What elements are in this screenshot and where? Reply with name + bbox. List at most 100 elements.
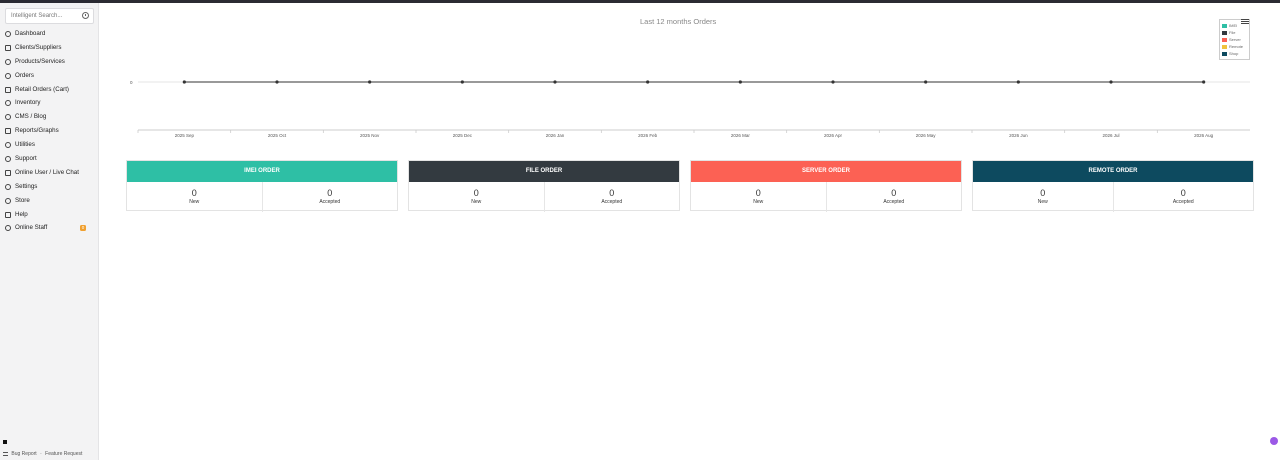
legend-item[interactable]: Remote (1222, 44, 1247, 51)
card-header: REMOTE ORDER (973, 161, 1253, 182)
main-content: 0 2025 Sep 2025 Oct 2025 Nov 2025 Dec 2026 Ja… (100, 3, 1280, 460)
data-point (553, 80, 557, 84)
x-tick-label: 2026 Mar (731, 133, 751, 138)
x-tick-label: 2025 Oct (268, 133, 287, 138)
sidebar-item-products-services[interactable]: Products/Services (0, 55, 99, 69)
orders-icon (5, 72, 11, 79)
legend-swatch (1222, 37, 1227, 42)
chat-bubble-icon[interactable] (1270, 437, 1278, 445)
data-point (738, 80, 742, 84)
accepted-count: 0 (891, 188, 897, 198)
staff-icon (5, 225, 11, 232)
utilities-icon (5, 142, 11, 149)
x-tick-label: 2026 Aug (1194, 133, 1214, 138)
help-icon (5, 211, 11, 218)
status-square-icon (3, 440, 7, 444)
x-tick-label: 2026 Feb (638, 133, 658, 138)
imei-order-card[interactable]: IMEI ORDER 0 New 0 Accepted (126, 160, 398, 212)
new-orders[interactable]: 0 New (691, 182, 826, 212)
accepted-count: 0 (1180, 188, 1186, 198)
new-count: 0 (755, 188, 761, 198)
accepted-count: 0 (609, 188, 615, 198)
support-icon (5, 156, 11, 163)
reports-icon (5, 128, 11, 135)
sidebar-item-label: Store (15, 196, 30, 204)
tools-icon (5, 58, 11, 65)
sidebar-menu: Dashboard Clients/Suppliers Products/Servi… (0, 27, 99, 235)
chart-menu-icon[interactable] (1241, 19, 1249, 26)
sidebar-item-label: Inventory (15, 99, 41, 107)
sidebar-item-help[interactable]: Help (0, 208, 99, 222)
legend-swatch (1222, 44, 1227, 49)
remote-order-card[interactable]: REMOTE ORDER 0 New 0 Accepted (972, 160, 1254, 212)
sidebar-item-clients-suppliers[interactable]: Clients/Suppliers (0, 41, 99, 55)
sidebar-item-label: Orders (15, 71, 34, 79)
accepted-label: Accepted (601, 199, 623, 205)
legend-item[interactable]: File (1222, 30, 1247, 37)
sidebar-item-inventory[interactable]: Inventory (0, 96, 99, 110)
menu-icon[interactable] (3, 451, 8, 456)
data-point (924, 80, 928, 84)
sidebar-item-support[interactable]: Support (0, 152, 99, 166)
sidebar-item-reports-graphs[interactable]: Reports/Graphs (0, 124, 99, 138)
accepted-label: Accepted (319, 199, 341, 205)
sidebar-item-settings[interactable]: Settings (0, 180, 99, 194)
data-point (275, 80, 279, 84)
legend-swatch (1222, 51, 1227, 56)
sidebar: Intelligent Search... Dashboard Clients/S… (0, 3, 99, 460)
legend-label: Server (1229, 37, 1241, 42)
chat-icon (5, 169, 11, 176)
sidebar-item-dashboard[interactable]: Dashboard (0, 27, 99, 41)
accepted-orders[interactable]: 0 Accepted (543, 182, 680, 212)
sidebar-item-store[interactable]: Store (0, 194, 99, 208)
link-separator: · (40, 451, 42, 457)
search-icon[interactable] (82, 12, 89, 19)
legend-item[interactable]: Shop (1222, 51, 1247, 58)
data-point (1016, 80, 1020, 84)
users-icon (5, 44, 11, 51)
accepted-label: Accepted (1172, 199, 1194, 205)
settings-icon (5, 183, 11, 190)
sidebar-item-label: Support (15, 155, 37, 163)
file-order-card[interactable]: FILE ORDER 0 New 0 Accepted (408, 160, 680, 212)
accepted-orders[interactable]: 0 Accepted (825, 182, 962, 212)
new-orders[interactable]: 0 New (127, 182, 262, 212)
new-label: New (189, 199, 200, 205)
legend-item[interactable]: Server (1222, 37, 1247, 44)
legend-label: Remote (1229, 44, 1244, 49)
accepted-orders[interactable]: 0 Accepted (261, 182, 398, 212)
accepted-label: Accepted (883, 199, 905, 205)
sidebar-item-label: Dashboard (15, 30, 46, 37)
x-tick-label: 2025 Dec (453, 133, 473, 138)
sidebar-item-label: Reports/Graphs (15, 127, 59, 135)
server-order-card[interactable]: SERVER ORDER 0 New 0 Accepted (690, 160, 962, 212)
sidebar-item-label: Settings (15, 182, 38, 190)
x-tick-label: 2025 Sep (175, 133, 195, 138)
cart-icon (5, 86, 11, 93)
sidebar-item-online-user-live-chat[interactable]: Online User / Live Chat (0, 166, 99, 180)
sidebar-item-label: CMS / Blog (15, 113, 47, 121)
search-input[interactable]: Intelligent Search... (5, 8, 94, 24)
x-tick-label: 2026 Jan (546, 133, 565, 138)
sidebar-item-retail-orders-cart[interactable]: Retail Orders (Cart) (0, 83, 99, 97)
x-tick-label: 2026 Apr (824, 133, 843, 138)
sidebar-item-label: Utilities (15, 141, 35, 149)
search-placeholder: Intelligent Search... (11, 13, 63, 19)
card-header: IMEI ORDER (127, 161, 397, 182)
sidebar-item-cms-blog[interactable]: CMS / Blog (0, 110, 99, 124)
inventory-icon (5, 100, 11, 107)
sidebar-item-online-staff[interactable]: Online Staff 0 (0, 221, 99, 235)
x-tick-label: 2026 Jun (1009, 133, 1028, 138)
new-orders[interactable]: 0 New (409, 182, 544, 212)
data-point (182, 80, 186, 84)
sidebar-item-label: Retail Orders (Cart) (15, 85, 69, 93)
accepted-orders[interactable]: 0 Accepted (1112, 182, 1254, 212)
sidebar-item-label: Products/Services (15, 57, 65, 65)
feature-request-link[interactable]: Feature Request (45, 451, 82, 457)
data-point (1109, 80, 1113, 84)
sidebar-item-utilities[interactable]: Utilities (0, 138, 99, 152)
new-orders[interactable]: 0 New (973, 182, 1113, 212)
x-tick-label: 2026 Jul (1102, 133, 1119, 138)
sidebar-item-orders[interactable]: Orders (0, 69, 99, 83)
bug-report-link[interactable]: Bug Report (11, 451, 36, 457)
